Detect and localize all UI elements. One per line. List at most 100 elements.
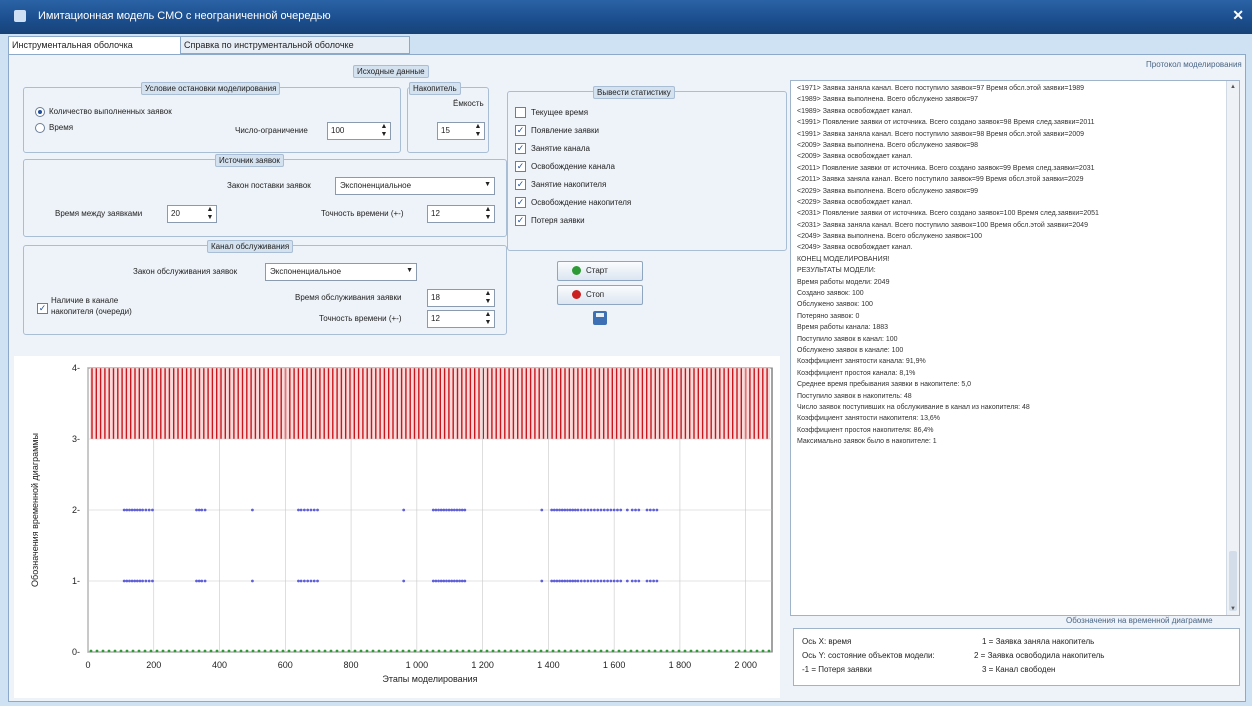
accumulator-point <box>637 508 641 512</box>
accumulator-point <box>455 579 459 583</box>
stats-checkbox[interactable] <box>515 107 526 118</box>
interval-value: 20 <box>171 209 180 218</box>
log-line: <1989> Заявка выполнена. Всего обслужено… <box>797 96 979 104</box>
close-icon[interactable]: ✕ <box>1232 7 1244 24</box>
save-icon[interactable] <box>593 311 607 325</box>
zero-state-point <box>473 649 477 653</box>
zero-state-point <box>383 649 387 653</box>
source-law-label: Закон поставки заявок <box>227 181 311 190</box>
service-time-spinner[interactable]: 18 ▲ ▼ <box>427 289 495 307</box>
spinner-arrows-icon[interactable]: ▲ ▼ <box>379 123 389 139</box>
stats-checkbox-label: Освобождение канала <box>531 162 615 171</box>
accumulator-point <box>197 579 201 583</box>
stop-button[interactable]: Стоп <box>557 285 643 305</box>
log-line: Потеряно заявок: 0 <box>797 312 860 320</box>
channel-precision-value: 12 <box>431 314 440 323</box>
stop-condition-group <box>23 87 401 153</box>
stats-checkbox[interactable]: ✓ <box>515 215 526 226</box>
zero-state-point <box>527 649 531 653</box>
accumulator-point <box>589 579 593 583</box>
stats-checkbox[interactable]: ✓ <box>515 161 526 172</box>
zero-state-point <box>227 649 231 653</box>
zero-state-point <box>563 649 567 653</box>
spinner-arrows-icon[interactable]: ▲ ▼ <box>473 123 483 139</box>
timeline-chart: 0 200 400 600 800 1 000 1 200 1 400 1 600 1 800 2 … <box>14 356 780 698</box>
log-scrollbar[interactable]: ▲ ▼ <box>1226 81 1239 615</box>
log-line: <1991> Заявка заняла канал. Всего поступ… <box>797 130 1085 138</box>
accumulator-point <box>630 508 634 512</box>
accumulator-checkbox[interactable]: ✓ <box>37 303 48 314</box>
stats-checkbox[interactable]: ✓ <box>515 125 526 136</box>
spinner-arrows-icon[interactable]: ▲ ▼ <box>483 206 493 222</box>
spinner-arrows-icon[interactable]: ▲ ▼ <box>483 311 493 327</box>
stats-checkbox[interactable]: ✓ <box>515 179 526 190</box>
zero-state-point <box>485 649 489 653</box>
zero-state-point <box>293 649 297 653</box>
source-law-select[interactable]: Экспоненциальное ▼ <box>335 177 495 195</box>
stop-button-label: Стоп <box>586 290 605 299</box>
accumulator-point <box>599 579 603 583</box>
zero-state-point <box>683 649 687 653</box>
stats-checkbox[interactable]: ✓ <box>515 143 526 154</box>
zero-state-point <box>275 649 279 653</box>
diagram-legend: Ось X: время Ось Y: состояние объектов м… <box>793 628 1240 686</box>
zero-state-point <box>149 649 153 653</box>
log-line: Поступило заявок в канал: 100 <box>797 335 898 343</box>
radio-time[interactable] <box>35 123 45 133</box>
accumulator-point <box>299 579 303 583</box>
zero-state-point <box>221 649 225 653</box>
zero-state-point <box>461 649 465 653</box>
zero-state-point <box>329 649 333 653</box>
accumulator-point <box>625 579 629 583</box>
accumulator-point <box>200 579 204 583</box>
zero-state-point <box>635 649 639 653</box>
stats-checkbox[interactable]: ✓ <box>515 197 526 208</box>
interval-spinner[interactable]: 20 ▲ ▼ <box>167 205 217 223</box>
zero-state-point <box>347 649 351 653</box>
accumulator-point <box>460 579 464 583</box>
zero-state-point <box>107 649 111 653</box>
accumulator-point <box>133 508 137 512</box>
start-button[interactable]: Старт <box>557 261 643 281</box>
tab-shell[interactable]: Инструментальная оболочка <box>8 36 182 56</box>
accumulator-title: Накопитель <box>409 82 461 95</box>
tab-help[interactable]: Справка по инструментальной оболочке <box>180 36 410 54</box>
spinner-arrows-icon[interactable]: ▲ ▼ <box>205 206 215 222</box>
channel-title: Канал обслуживания <box>207 240 294 253</box>
log-line: Коэффициент простоя накопителя: 86,4% <box>797 426 934 434</box>
zero-state-point <box>593 649 597 653</box>
accumulator-point <box>616 508 619 512</box>
radio-completed-count[interactable] <box>35 107 45 117</box>
zero-state-point <box>137 649 141 653</box>
capacity-spinner[interactable]: 15 ▲ ▼ <box>437 122 485 140</box>
accumulator-point <box>130 579 134 583</box>
log-line: <2009> Заявка освобождает канал. <box>797 153 913 161</box>
accumulator-point <box>251 508 254 512</box>
accumulator-point <box>133 579 137 583</box>
accumulator-point <box>648 579 652 583</box>
accumulator-point <box>619 508 623 512</box>
zero-state-point <box>497 649 501 653</box>
source-precision-spinner[interactable]: 12 ▲ ▼ <box>427 205 495 223</box>
accumulator-point <box>128 508 131 512</box>
zero-state-point <box>701 649 705 653</box>
x-tick-label: 1 600 <box>603 660 626 670</box>
spinner-arrows-icon[interactable]: ▲ ▼ <box>483 290 493 306</box>
zero-state-point <box>209 649 213 653</box>
zero-state-point <box>251 649 255 653</box>
accumulator-checkbox-label: Наличие в канале накопителя (очереди) <box>51 296 132 316</box>
zero-state-point <box>317 649 321 653</box>
chevron-down-icon: ▼ <box>406 267 413 274</box>
scroll-down-icon[interactable]: ▼ <box>1227 603 1239 615</box>
zero-state-point <box>557 649 561 653</box>
limit-spinner[interactable]: 100 ▲ ▼ <box>327 122 391 140</box>
simulation-log[interactable]: <1971> Заявка заняла канал. Всего поступ… <box>790 80 1240 616</box>
channel-precision-spinner[interactable]: 12 ▲ ▼ <box>427 310 495 328</box>
channel-law-select[interactable]: Экспоненциальное ▼ <box>265 263 417 281</box>
scroll-thumb[interactable] <box>1229 551 1237 611</box>
zero-state-point <box>665 649 669 653</box>
scroll-up-icon[interactable]: ▲ <box>1227 81 1239 93</box>
log-line: Максимально заявок было в накопителе: 1 <box>797 438 937 446</box>
stats-checkbox-label: Потеря заявки <box>531 216 585 225</box>
accumulator-point <box>445 508 448 512</box>
